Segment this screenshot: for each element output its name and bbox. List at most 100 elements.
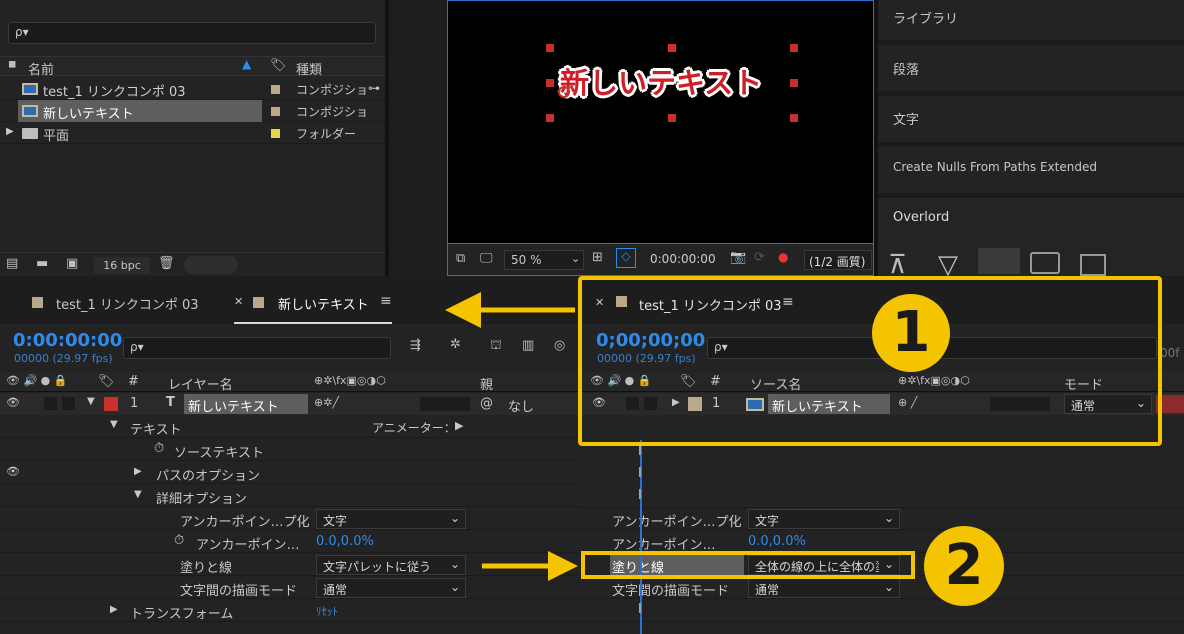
frame-blend-icon[interactable]: ▥ <box>522 338 534 353</box>
timecode[interactable]: 0:00:00:00 <box>650 252 716 266</box>
layer-row[interactable]: 👁 ▼ 1 T 新しいテキスト ⊕✲╱ @ なし <box>0 393 640 415</box>
zoom-dropdown[interactable]: 50 % ⌄ <box>504 250 584 270</box>
anchor-group-dropdown[interactable]: 文字 ⌄ <box>748 509 900 529</box>
expand-icon[interactable]: ▼ <box>110 419 118 430</box>
reset-link[interactable]: ﾘｾｯﾄ <box>316 603 338 619</box>
col-name-header[interactable]: 名前 <box>28 59 54 78</box>
project-search-input[interactable]: ρ▾ <box>8 22 376 44</box>
add-icon[interactable] <box>1080 254 1106 276</box>
always-preview-icon[interactable]: ⧉ <box>456 251 465 266</box>
path-options-row[interactable]: 👁 ▶ パスのオプション <box>0 462 640 484</box>
label-swatch[interactable] <box>271 107 280 116</box>
handle[interactable] <box>546 44 554 52</box>
parent-dropdown[interactable]: なし <box>508 396 534 415</box>
anchor-align-value[interactable]: 0.0,0.0% <box>316 534 374 549</box>
arrow-left <box>445 290 575 330</box>
overlord-settings-icon[interactable] <box>978 248 1020 274</box>
flowchart-icon[interactable]: ⊶ <box>368 81 380 95</box>
handle[interactable] <box>790 79 798 87</box>
col-parent[interactable]: 親 <box>480 374 493 393</box>
keyframe-marker[interactable]: I <box>638 488 642 503</box>
color-channels-icon[interactable]: ● <box>778 250 788 264</box>
chevron-down-icon: ⌄ <box>449 511 460 525</box>
handle[interactable] <box>790 114 798 122</box>
switch-box[interactable] <box>420 397 470 411</box>
shy-icon[interactable]: ⛫ <box>490 338 502 355</box>
anchor-align-value[interactable]: 0.0,0.0% <box>748 534 806 549</box>
keyframe-marker[interactable]: I <box>638 602 642 617</box>
label-swatch[interactable] <box>271 85 280 94</box>
col-type-header[interactable]: 種類 <box>296 59 322 78</box>
viewer-text[interactable]: 新しいテキスト <box>560 60 762 102</box>
stopwatch-icon[interactable]: ⏱ <box>174 533 184 548</box>
eye-icon[interactable]: 👁 <box>6 396 20 409</box>
new-folder-icon[interactable]: ▬ <box>36 256 48 271</box>
comp-flowchart-icon[interactable]: ⇶ <box>410 338 421 353</box>
text-group[interactable]: ▼ テキスト アニメーター： ▶ <box>0 416 640 438</box>
blend-dropdown[interactable]: 通常 ⌄ <box>316 578 466 598</box>
more-options-row[interactable]: ▼ 詳細オプション <box>0 485 640 507</box>
new-composition-icon[interactable]: ▣ <box>66 256 78 271</box>
transform-row[interactable]: ▶ トランスフォーム ﾘｾｯﾄ <box>0 600 640 622</box>
col-layer-name[interactable]: レイヤー名 <box>168 374 233 393</box>
source-text-row[interactable]: ⏱ ソーステキスト <box>0 439 640 461</box>
expand-icon[interactable]: ▶ <box>110 604 118 615</box>
interpret-footage-icon[interactable]: ▤ <box>6 256 18 271</box>
fill-stroke-dropdown[interactable]: 文字パレットに従う ⌄ <box>316 555 466 575</box>
label-swatch[interactable] <box>271 129 280 138</box>
list-item[interactable]: ▶ 平面 フォルダー <box>0 122 385 144</box>
list-item-selected[interactable]: 新しいテキスト コンポジショ <box>0 100 385 122</box>
timeline-search-input[interactable]: ρ▾ <box>123 337 391 359</box>
list-item[interactable]: test_1 リンクコンポ 03 コンポジショ ⊶ <box>0 78 385 100</box>
panel-library[interactable]: ライブラリ <box>878 0 1184 40</box>
anchor-group-dropdown[interactable]: 文字 ⌄ <box>316 509 466 529</box>
image-icon[interactable] <box>1030 252 1060 274</box>
expand-icon[interactable]: ▶ <box>134 466 142 477</box>
handle[interactable] <box>790 44 798 52</box>
layer-name-field[interactable]: 新しいテキスト <box>184 394 308 414</box>
bpc-button[interactable]: 16 bpc <box>94 257 150 274</box>
anchor-point-icon[interactable] <box>558 86 570 98</box>
expand-icon[interactable]: ▼ <box>134 489 142 500</box>
camera-icon[interactable]: 📷 <box>730 250 746 265</box>
panel-paragraph[interactable]: 段落 <box>878 45 1184 91</box>
composition-viewer[interactable]: 新しいテキスト <box>447 0 874 244</box>
lock-box[interactable] <box>62 397 75 410</box>
disclosure-triangle-icon[interactable]: ▶ <box>6 126 14 137</box>
tab-new-text[interactable]: 新しいテキスト <box>278 294 369 313</box>
panel-character[interactable]: 文字 <box>878 96 1184 142</box>
region-of-interest-icon[interactable]: ⊞ <box>592 250 603 265</box>
panel-overlord[interactable]: Overlord ⊼ ▽ <box>878 198 1184 280</box>
handle[interactable] <box>668 44 676 52</box>
sort-up-icon[interactable]: ▲ <box>242 57 251 71</box>
expand-icon[interactable]: ▼ <box>87 396 95 407</box>
mask-visibility-icon[interactable]: ◇ <box>616 248 636 268</box>
handle[interactable] <box>668 114 676 122</box>
animator-label[interactable]: アニメーター： <box>372 419 456 436</box>
animator-play-icon[interactable]: ▶ <box>455 419 463 432</box>
keyframe-marker[interactable]: I <box>638 444 642 459</box>
handle[interactable] <box>546 79 554 87</box>
property-label: ソーステキスト <box>174 446 264 461</box>
draft-3d-icon[interactable]: ✲ <box>450 337 461 352</box>
handle[interactable] <box>546 114 554 122</box>
trash-icon[interactable]: 🗑 <box>158 256 175 271</box>
thumbnail-slider[interactable] <box>184 256 238 274</box>
pickwhip-icon[interactable]: @ <box>480 396 493 411</box>
keyframe-marker[interactable]: I <box>638 466 642 481</box>
panel-create-nulls[interactable]: Create Nulls From Paths Extended <box>878 147 1184 193</box>
stopwatch-icon[interactable]: ⏱ <box>154 441 164 456</box>
tab-menu-icon[interactable]: ≡ <box>380 293 392 309</box>
tab-test-1[interactable]: test_1 リンクコンポ 03 <box>56 294 199 313</box>
close-icon[interactable]: ✕ <box>234 295 243 308</box>
switch-icons[interactable]: ⊕✲╱ <box>314 396 339 409</box>
motion-blur-icon[interactable]: ◎ <box>554 338 565 353</box>
current-time[interactable]: 0:00:00:00 <box>13 330 122 351</box>
resolution-dropdown[interactable]: (1/2 画質) <box>804 250 872 270</box>
monitor-icon[interactable]: 🖵 <box>480 251 493 266</box>
solo-box[interactable] <box>44 397 57 410</box>
layer-label-swatch[interactable] <box>104 397 118 411</box>
channel-icon[interactable]: ⟳ <box>754 250 765 265</box>
blend-dropdown[interactable]: 通常 ⌄ <box>748 578 900 598</box>
eye-icon[interactable]: 👁 <box>6 465 20 478</box>
